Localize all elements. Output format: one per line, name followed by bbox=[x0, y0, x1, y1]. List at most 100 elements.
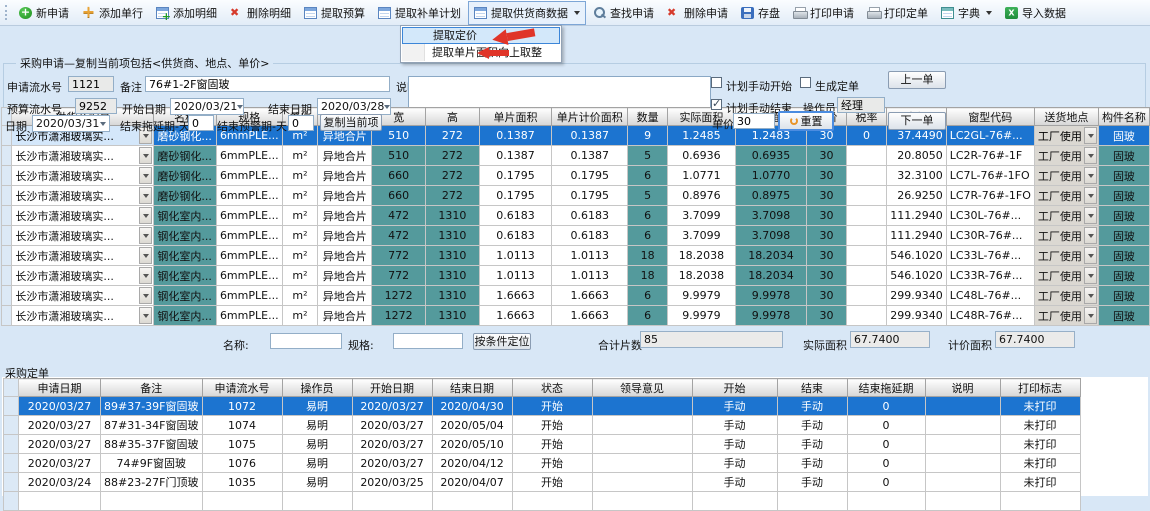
cell[interactable]: 1.0770 bbox=[735, 166, 806, 186]
cell[interactable]: 6mmPLE... bbox=[216, 246, 282, 266]
cell[interactable]: 5 bbox=[628, 146, 668, 166]
cell[interactable]: 30 bbox=[807, 146, 847, 166]
cell[interactable]: 18 bbox=[628, 246, 668, 266]
cell[interactable]: 异地合片 bbox=[318, 286, 372, 306]
table-row[interactable]: 长沙市潇湘玻璃实...钢化室内...6mmPLE...m²异地合片4721310… bbox=[2, 226, 1150, 246]
cell[interactable]: 89#37-39F窗固玻 bbox=[101, 397, 203, 416]
cell[interactable]: 74#9F窗固玻 bbox=[101, 454, 203, 473]
dropdown-arrow-icon[interactable] bbox=[1084, 307, 1097, 324]
cell[interactable]: 1075 bbox=[202, 435, 282, 454]
cell[interactable]: 18 bbox=[628, 266, 668, 286]
cell[interactable]: 6mmPLE... bbox=[216, 306, 282, 326]
cell[interactable]: 异地合片 bbox=[318, 146, 372, 166]
cell[interactable]: LC2GL-76#... bbox=[946, 126, 1034, 146]
filter-spec-field[interactable] bbox=[393, 333, 463, 349]
cell[interactable]: 长沙市潇湘玻璃实... bbox=[12, 286, 154, 306]
table-row[interactable]: 2020/03/2789#37-39F窗固玻1072易明2020/03/2720… bbox=[4, 397, 1081, 416]
cell[interactable]: 1076 bbox=[202, 454, 282, 473]
cell[interactable]: 2020/03/27 bbox=[352, 416, 432, 435]
save-button[interactable]: 存盘 bbox=[735, 1, 786, 25]
cell[interactable] bbox=[847, 146, 887, 166]
cell[interactable]: LC48R-76#... bbox=[946, 306, 1034, 326]
cell[interactable]: 0.1387 bbox=[552, 126, 628, 146]
cell[interactable]: 固玻 bbox=[1098, 306, 1149, 326]
cell[interactable]: 易明 bbox=[282, 435, 352, 454]
cell[interactable]: 6 bbox=[628, 226, 668, 246]
cell[interactable]: m² bbox=[282, 246, 318, 266]
cell[interactable]: 299.9340 bbox=[886, 306, 946, 326]
table-row[interactable]: 长沙市潇湘玻璃实...磨砂钢化...6mmPLE...m²异地合片5102720… bbox=[2, 146, 1150, 166]
cell[interactable]: 1.0113 bbox=[552, 246, 628, 266]
cell[interactable]: 0.1795 bbox=[552, 186, 628, 206]
cell[interactable]: 30 bbox=[807, 166, 847, 186]
cell[interactable]: 0 bbox=[847, 397, 925, 416]
cell[interactable]: m² bbox=[282, 266, 318, 286]
dropdown-arrow-icon[interactable] bbox=[139, 307, 152, 324]
extract-supplier-data-button[interactable]: 提取供货商数据 bbox=[468, 1, 586, 25]
cell[interactable]: 2020/03/27 bbox=[19, 435, 101, 454]
cell[interactable]: 开始 bbox=[512, 397, 592, 416]
cell[interactable]: 1072 bbox=[202, 397, 282, 416]
date-select[interactable]: 2020/03/31 bbox=[32, 115, 110, 132]
cell[interactable]: 2020/03/25 bbox=[352, 473, 432, 492]
table-row[interactable]: 2020/03/2788#35-37F窗固玻1075易明2020/03/2720… bbox=[4, 435, 1081, 454]
delete-detail-button[interactable]: 删除明细 bbox=[224, 1, 297, 25]
end-delay-field[interactable] bbox=[188, 115, 214, 131]
cell[interactable]: 0 bbox=[847, 435, 925, 454]
cell[interactable]: 工厂使用 bbox=[1034, 266, 1098, 286]
cell[interactable] bbox=[847, 246, 887, 266]
cell[interactable]: 异地合片 bbox=[318, 206, 372, 226]
cell[interactable]: m² bbox=[282, 166, 318, 186]
cell[interactable]: 1272 bbox=[372, 306, 426, 326]
dropdown-arrow-icon[interactable] bbox=[1084, 267, 1097, 284]
cell[interactable]: 长沙市潇湘玻璃实... bbox=[12, 186, 154, 206]
cell[interactable]: 0.1795 bbox=[552, 166, 628, 186]
cell[interactable]: 未打印 bbox=[1000, 473, 1080, 492]
cell[interactable]: m² bbox=[282, 186, 318, 206]
cell[interactable]: 异地合片 bbox=[318, 306, 372, 326]
cell[interactable]: 30 bbox=[807, 226, 847, 246]
cell[interactable]: 30 bbox=[807, 266, 847, 286]
cell[interactable]: 手动 bbox=[692, 454, 777, 473]
cell[interactable] bbox=[925, 397, 1000, 416]
cell[interactable]: 32.3100 bbox=[886, 166, 946, 186]
cell[interactable]: 772 bbox=[372, 246, 426, 266]
dropdown-arrow-icon[interactable] bbox=[139, 147, 152, 164]
cell[interactable]: 2020/03/27 bbox=[19, 416, 101, 435]
cell[interactable]: 660 bbox=[372, 186, 426, 206]
cell[interactable]: 1.0113 bbox=[479, 246, 552, 266]
cell[interactable]: 87#31-34F窗固玻 bbox=[101, 416, 203, 435]
cell[interactable]: 2020/04/12 bbox=[432, 454, 512, 473]
cell[interactable]: 异地合片 bbox=[318, 246, 372, 266]
cell[interactable]: 2020/03/24 bbox=[19, 473, 101, 492]
unit-price-field[interactable] bbox=[733, 113, 775, 129]
table-row[interactable]: 长沙市潇湘玻璃实...钢化室内...6mmPLE...m²异地合片1272131… bbox=[2, 286, 1150, 306]
cell[interactable]: 固玻 bbox=[1098, 286, 1149, 306]
cell[interactable] bbox=[925, 454, 1000, 473]
cell[interactable]: 1310 bbox=[426, 206, 479, 226]
cell[interactable]: 工厂使用 bbox=[1034, 246, 1098, 266]
cell[interactable]: m² bbox=[282, 226, 318, 246]
dropdown-arrow-icon[interactable] bbox=[139, 267, 152, 284]
cell[interactable]: LC48L-76#... bbox=[946, 286, 1034, 306]
cell[interactable]: 546.1020 bbox=[886, 266, 946, 286]
cell[interactable]: 546.1020 bbox=[886, 246, 946, 266]
cell[interactable]: 固玻 bbox=[1098, 266, 1149, 286]
cell[interactable]: 2020/03/27 bbox=[352, 397, 432, 416]
cell[interactable]: LC7R-76#-1FO bbox=[946, 186, 1034, 206]
cell[interactable]: 钢化室内... bbox=[154, 306, 217, 326]
cell[interactable]: 660 bbox=[372, 166, 426, 186]
cell[interactable]: 易明 bbox=[282, 397, 352, 416]
cell[interactable]: LC2R-76#-1F bbox=[946, 146, 1034, 166]
remark-field[interactable] bbox=[145, 76, 390, 92]
cell[interactable]: 易明 bbox=[282, 473, 352, 492]
row-selector[interactable] bbox=[2, 266, 12, 286]
cell[interactable]: 长沙市潇湘玻璃实... bbox=[12, 166, 154, 186]
cell[interactable]: 异地合片 bbox=[318, 186, 372, 206]
reset-button[interactable]: 重置 bbox=[778, 111, 834, 131]
add-detail-button[interactable]: 添加明细 bbox=[150, 1, 223, 25]
cell[interactable]: 0.6183 bbox=[479, 226, 552, 246]
cell[interactable]: 固玻 bbox=[1098, 146, 1149, 166]
cell[interactable]: 30 bbox=[807, 246, 847, 266]
table-row[interactable]: 2020/03/2774#9F窗固玻1076易明2020/03/272020/0… bbox=[4, 454, 1081, 473]
